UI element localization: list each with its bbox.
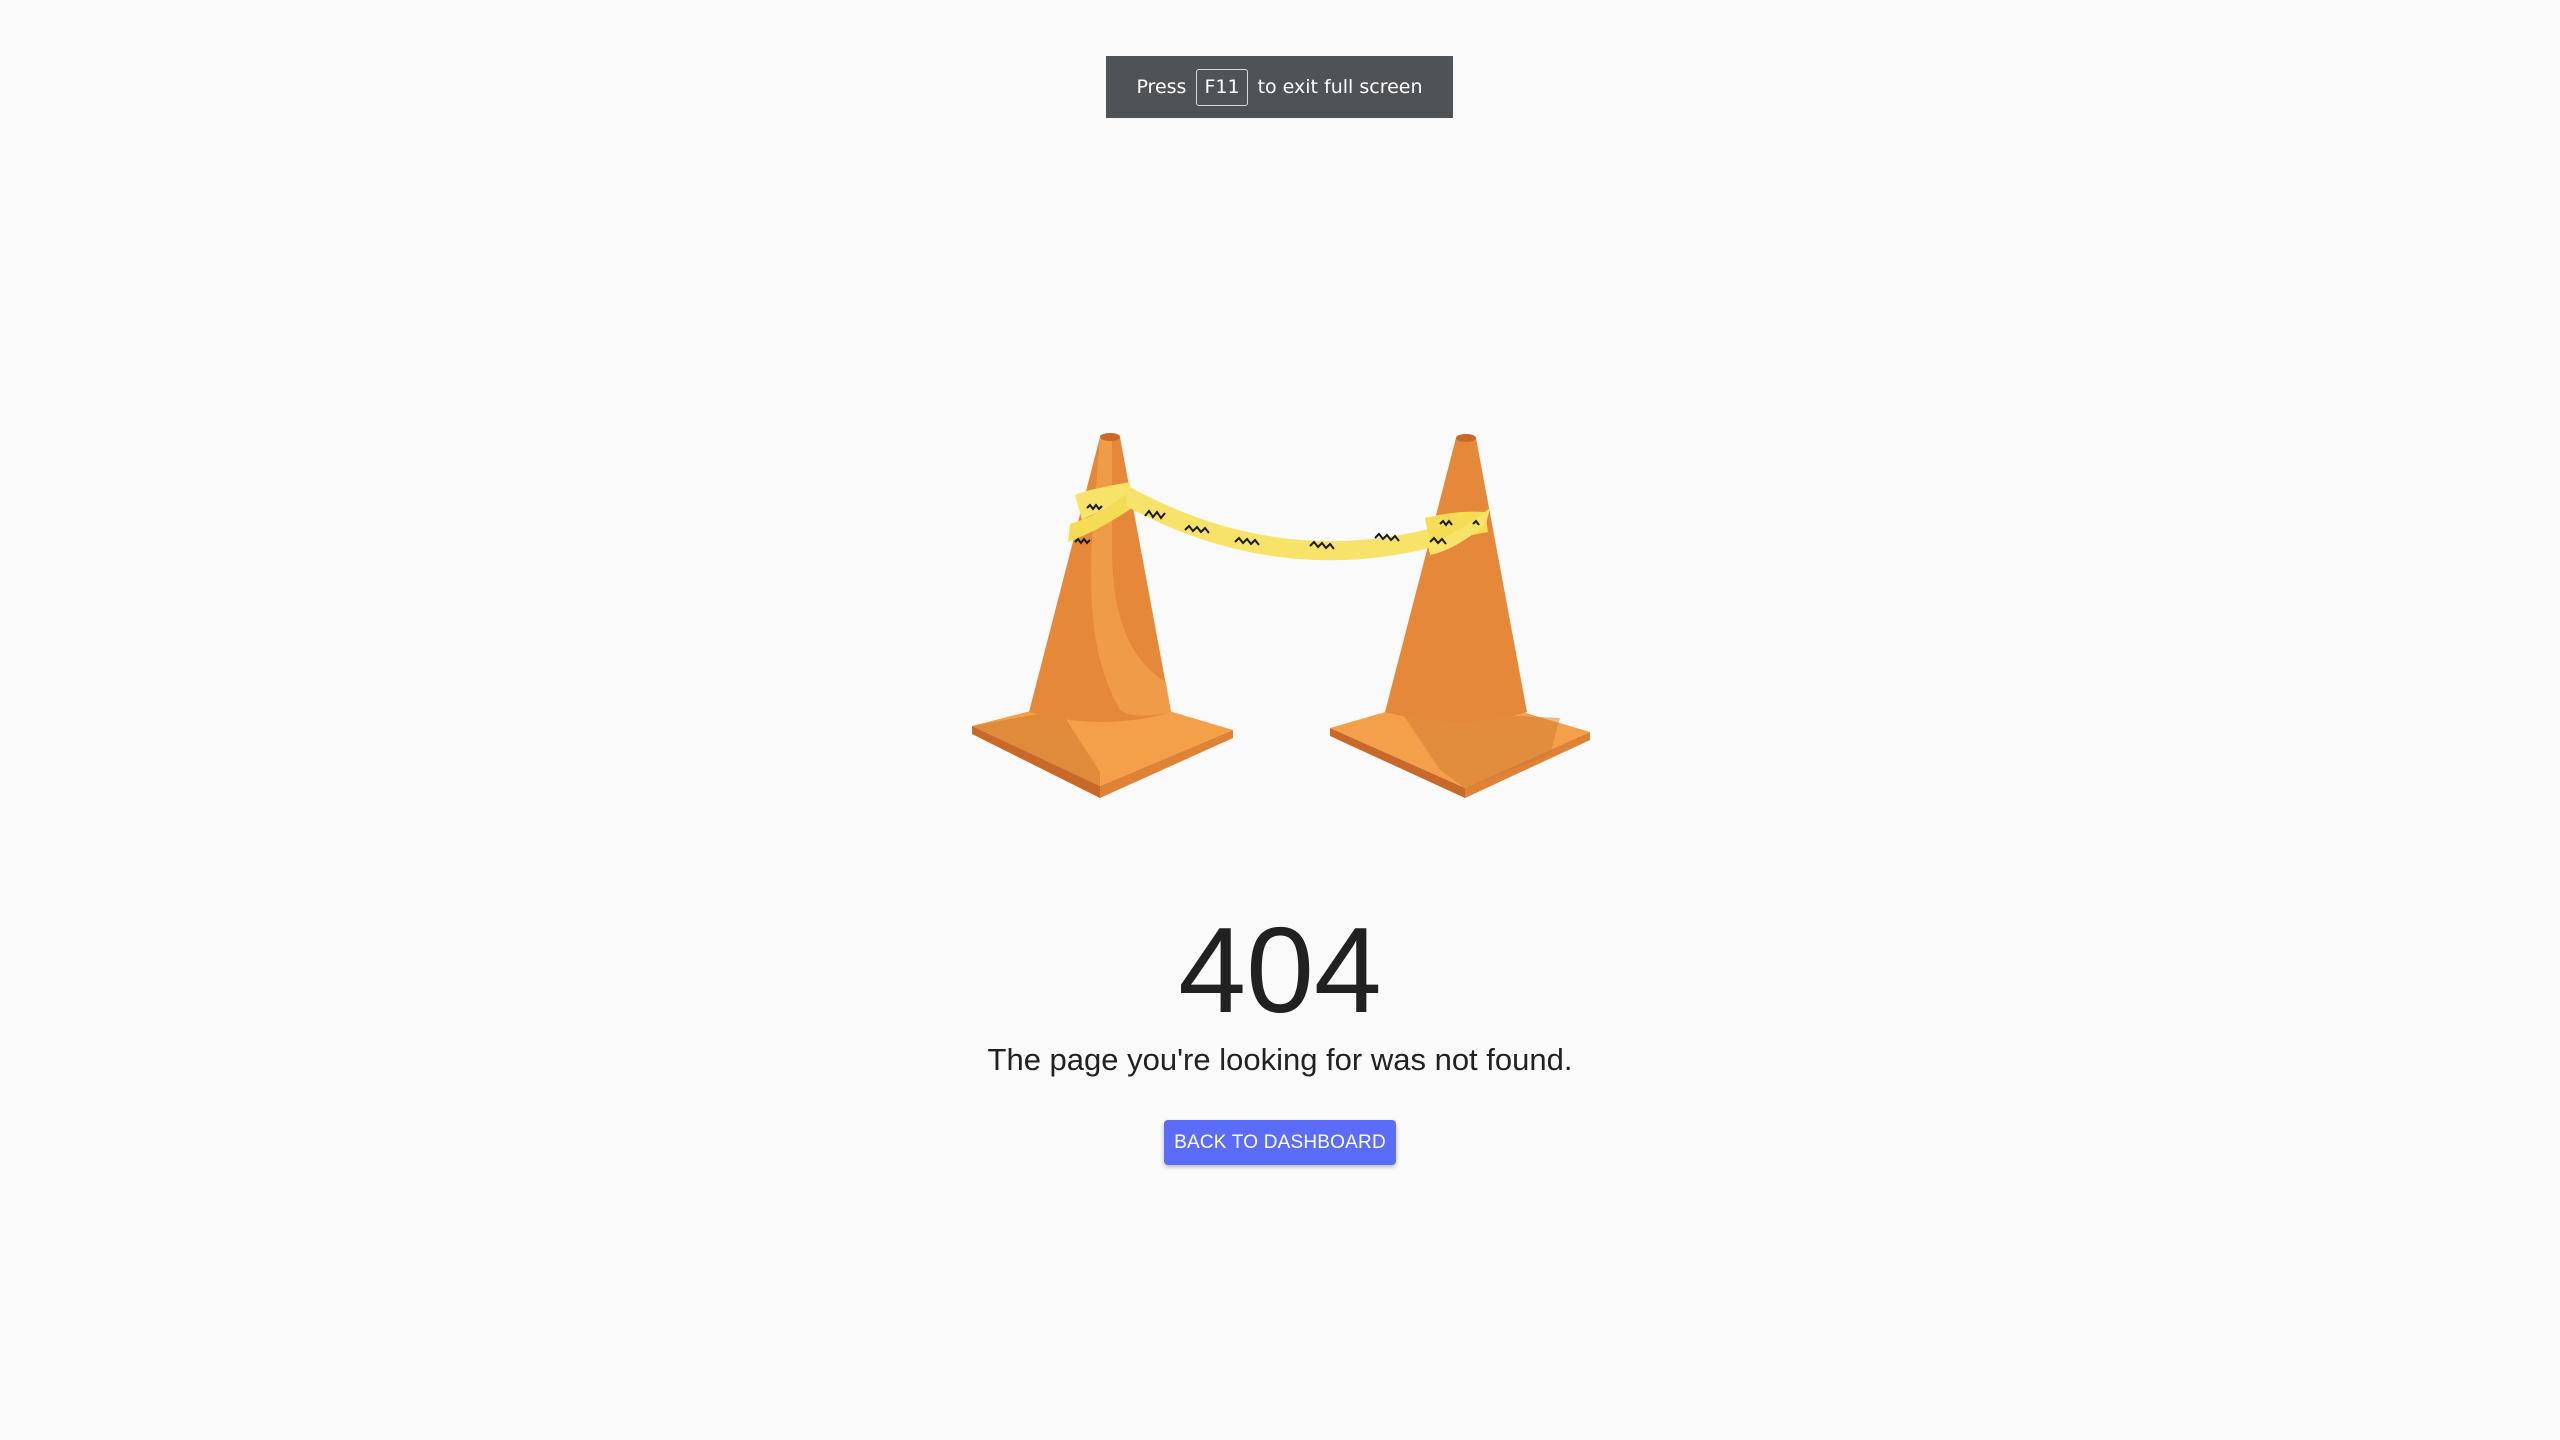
- f11-key-badge: F11: [1196, 68, 1248, 106]
- right-cone: [1330, 434, 1590, 798]
- back-to-dashboard-button[interactable]: BACK TO DASHBOARD: [1164, 1120, 1396, 1165]
- fullscreen-exit-notice: Press F11 to exit full screen: [1106, 56, 1453, 118]
- traffic-cones-with-tape-icon: [972, 433, 1590, 798]
- error-code: 404: [1178, 902, 1382, 1038]
- fullscreen-notice-prefix: Press: [1136, 76, 1187, 98]
- fullscreen-notice-suffix: to exit full screen: [1257, 76, 1423, 98]
- error-message: The page you're looking for was not foun…: [987, 1042, 1573, 1077]
